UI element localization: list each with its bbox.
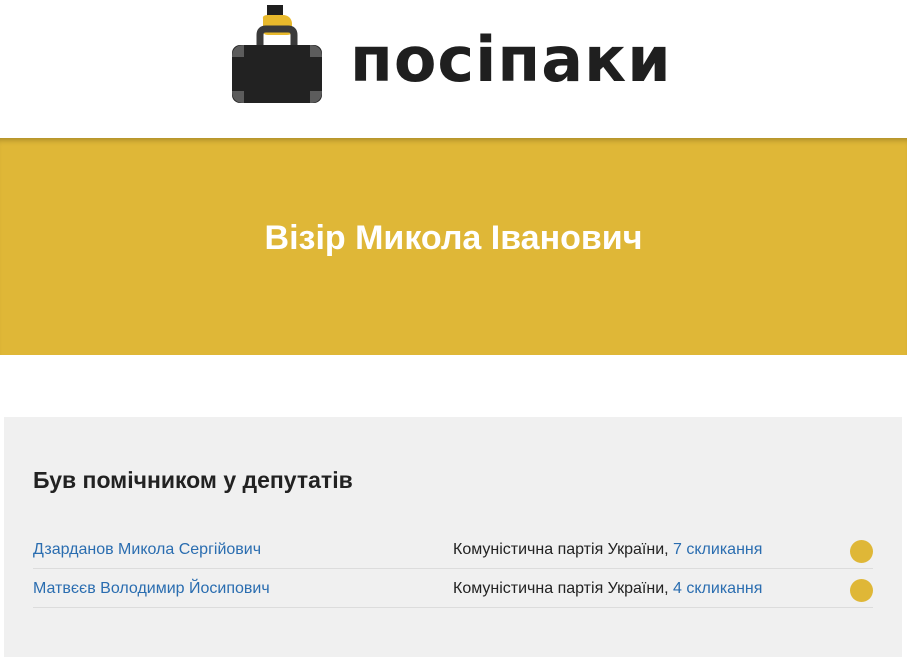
- party-info: Комуністична партія України, 4 скликання: [453, 580, 762, 598]
- suitcase-icon: [232, 5, 322, 103]
- site-logo[interactable]: посіпаки: [230, 0, 672, 110]
- logo-wordmark: посіпаки: [350, 23, 672, 96]
- deputy-link[interactable]: Матвєєв Володимир Йосипович: [33, 580, 270, 598]
- section-title: Був помічником у депутатів: [33, 467, 353, 493]
- assistant-section: Був помічником у депутатів Дзарданов Мик…: [4, 417, 902, 657]
- deputy-list: Дзарданов Микола Сергійович Комуністична…: [33, 530, 873, 608]
- party-color-dot: [850, 579, 873, 602]
- term-link[interactable]: 7 скликання: [673, 541, 762, 558]
- deputy-link[interactable]: Дзарданов Микола Сергійович: [33, 541, 261, 559]
- site-header: посіпаки: [0, 0, 907, 138]
- party-info: Комуністична партія України, 7 скликання: [453, 541, 762, 559]
- person-name: Візір Микола Іванович: [264, 219, 643, 257]
- person-banner: Візір Микола Іванович: [0, 138, 907, 355]
- party-color-dot: [850, 540, 873, 563]
- party-name: Комуністична партія України,: [453, 541, 669, 558]
- table-row: Дзарданов Микола Сергійович Комуністична…: [33, 530, 873, 569]
- party-name: Комуністична партія України,: [453, 580, 669, 597]
- table-row: Матвєєв Володимир Йосипович Комуністична…: [33, 569, 873, 608]
- term-link[interactable]: 4 скликання: [673, 580, 762, 597]
